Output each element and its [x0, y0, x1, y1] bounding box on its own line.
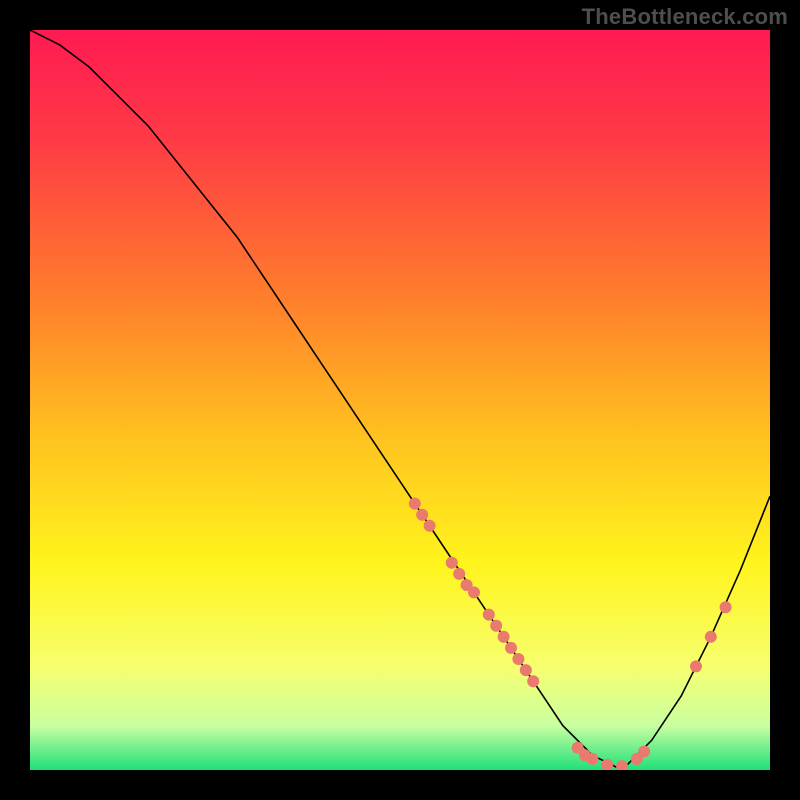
highlight-point	[720, 601, 732, 613]
chart-frame: TheBottleneck.com	[0, 0, 800, 800]
highlight-point	[505, 642, 517, 654]
highlight-point	[690, 660, 702, 672]
highlight-point	[638, 746, 650, 758]
highlight-point	[409, 498, 421, 510]
attribution-label: TheBottleneck.com	[582, 4, 788, 30]
highlight-point	[705, 631, 717, 643]
chart-svg	[30, 30, 770, 770]
highlight-point	[520, 664, 532, 676]
highlight-point	[468, 586, 480, 598]
highlight-point	[424, 520, 436, 532]
highlight-point	[586, 753, 598, 765]
highlight-point	[453, 568, 465, 580]
highlight-point	[527, 675, 539, 687]
gradient-background	[30, 30, 770, 770]
highlight-point	[483, 609, 495, 621]
highlight-point	[512, 653, 524, 665]
highlight-point	[416, 509, 428, 521]
highlight-point	[498, 631, 510, 643]
highlight-point	[446, 557, 458, 569]
highlight-point	[490, 620, 502, 632]
plot-area	[30, 30, 770, 770]
